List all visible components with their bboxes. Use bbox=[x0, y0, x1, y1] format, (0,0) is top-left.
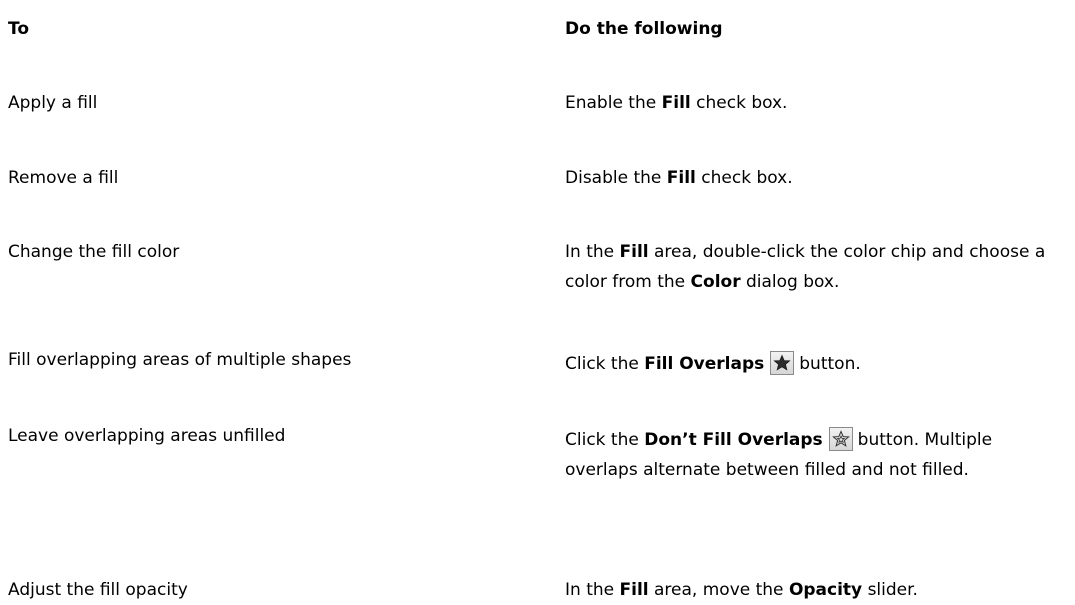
table-row: Apply a fill Enable the Fill check box. bbox=[8, 88, 1068, 118]
row-task: Change the fill color bbox=[8, 242, 180, 262]
filled-star-icon bbox=[770, 351, 795, 375]
instruction-text: check box. bbox=[696, 93, 788, 113]
instruction-text: Enable the bbox=[565, 93, 657, 113]
ui-term: Fill bbox=[619, 580, 649, 600]
header-do-the-following: Do the following bbox=[565, 19, 723, 39]
instruction-text: button. bbox=[799, 354, 861, 374]
instruction-text: check box. bbox=[701, 168, 793, 188]
ui-term: Don’t Fill Overlaps bbox=[644, 430, 823, 450]
instruction-text: Click the bbox=[565, 430, 639, 450]
ui-term: Fill bbox=[619, 242, 649, 262]
ui-term: Fill bbox=[666, 168, 696, 188]
row-instruction: Click the Don’t Fill Overlaps button. Mul… bbox=[565, 425, 1065, 485]
table-row: Fill overlapping areas of multiple shape… bbox=[8, 349, 1068, 379]
ui-term: Opacity bbox=[788, 580, 863, 600]
row-task: Remove a fill bbox=[8, 168, 119, 188]
instruction-text: Click the bbox=[565, 354, 639, 374]
row-task: Adjust the fill opacity bbox=[8, 580, 188, 600]
table-row: Remove a fill Disable the Fill check box… bbox=[8, 163, 1068, 193]
row-instruction: Click the Fill Overlaps button. bbox=[565, 349, 1065, 379]
table-row: Adjust the fill opacity In the Fill area… bbox=[8, 575, 1068, 605]
row-task: Fill overlapping areas of multiple shape… bbox=[8, 350, 352, 370]
row-task: Apply a fill bbox=[8, 93, 98, 113]
ui-term: Fill Overlaps bbox=[644, 354, 765, 374]
row-instruction: In the Fill area, move the Opacity slide… bbox=[565, 575, 1065, 605]
row-instruction: In the Fill area, double-click the color… bbox=[565, 237, 1065, 297]
table-row: Change the fill color In the Fill area, … bbox=[8, 237, 1068, 297]
instruction-text: area, move the bbox=[654, 580, 784, 600]
table-header-row: To Do the following bbox=[8, 14, 1068, 44]
row-task: Leave overlapping areas unfilled bbox=[8, 426, 286, 446]
ui-term: Color bbox=[690, 272, 741, 292]
instruction-text: slider. bbox=[867, 580, 918, 600]
instruction-text: Disable the bbox=[565, 168, 662, 188]
row-instruction: Disable the Fill check box. bbox=[565, 163, 1065, 193]
instruction-text: dialog box. bbox=[746, 272, 840, 292]
header-to: To bbox=[8, 19, 30, 39]
table-row: Leave overlapping areas unfilled Click t… bbox=[8, 425, 1068, 485]
ui-term: Fill bbox=[661, 93, 691, 113]
instruction-text: In the bbox=[565, 242, 615, 262]
instruction-text: In the bbox=[565, 580, 615, 600]
row-instruction: Enable the Fill check box. bbox=[565, 88, 1065, 118]
outline-star-icon bbox=[828, 427, 853, 451]
